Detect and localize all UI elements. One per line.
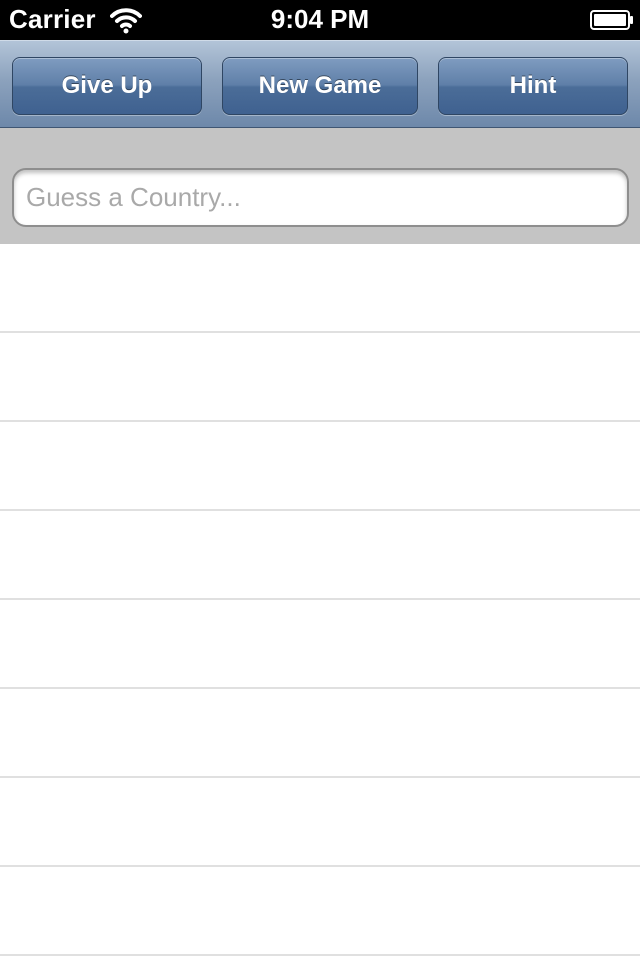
guess-list: [0, 244, 640, 956]
toolbar: Give Up New Game Hint: [0, 40, 640, 128]
status-time: 9:04 PM: [270, 4, 370, 34]
battery-icon: [590, 9, 634, 31]
list-item[interactable]: [0, 689, 640, 778]
give-up-button[interactable]: Give Up: [12, 57, 202, 115]
search-area: [0, 128, 640, 244]
hint-button[interactable]: Hint: [438, 57, 628, 115]
new-game-button[interactable]: New Game: [222, 57, 418, 115]
list-item[interactable]: [0, 244, 640, 333]
country-guess-input[interactable]: [12, 168, 629, 227]
list-item[interactable]: [0, 600, 640, 689]
list-item[interactable]: [0, 778, 640, 867]
list-item[interactable]: [0, 333, 640, 422]
list-item[interactable]: [0, 867, 640, 956]
list-item[interactable]: [0, 511, 640, 600]
list-item[interactable]: [0, 422, 640, 511]
app-screen: Carrier 9:04 PM Give Up New Game Hint: [0, 0, 640, 960]
status-bar: Carrier 9:04 PM: [0, 0, 640, 40]
